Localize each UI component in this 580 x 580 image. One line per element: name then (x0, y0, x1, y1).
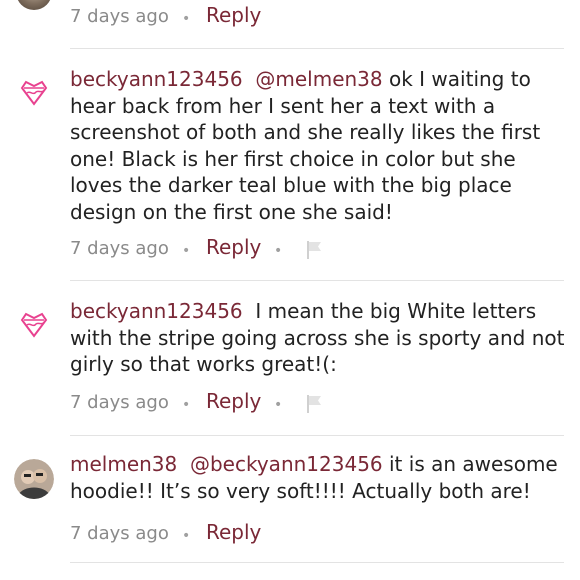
comment-time: 7 days ago (70, 238, 169, 259)
meta-separator: • (182, 397, 191, 413)
comment-time: 7 days ago (70, 523, 169, 544)
comment-thread: 7 days ago • Reply beckyann123456 @melme… (0, 0, 580, 580)
flag-icon[interactable] (306, 240, 324, 265)
avatar[interactable] (14, 459, 54, 499)
meta-separator: • (182, 243, 191, 259)
comment-divider (70, 435, 564, 436)
avatar[interactable] (14, 306, 54, 346)
meta-separator: • (274, 243, 283, 259)
comment-body: melmen38 @beckyann123456 it is an awesom… (70, 451, 566, 504)
comment-divider (70, 48, 564, 49)
comment-item: 7 days ago • Reply (0, 0, 580, 50)
comment-time: 7 days ago (70, 6, 169, 27)
comment-divider (70, 562, 564, 563)
meta-separator: • (182, 528, 191, 544)
comment-username[interactable]: beckyann123456 (70, 67, 243, 91)
reply-button[interactable]: Reply (206, 235, 261, 259)
meta-separator: • (182, 11, 191, 27)
reply-button[interactable]: Reply (206, 389, 261, 413)
flag-icon[interactable] (306, 394, 324, 419)
comment-body: beckyann123456 @melmen38 ok I waiting to… (70, 66, 566, 225)
photo-avatar-icon (14, 459, 54, 499)
princess-crown-avatar-icon (20, 80, 48, 106)
reply-button[interactable]: Reply (206, 3, 261, 27)
avatar[interactable] (14, 74, 54, 114)
comment-body: beckyann123456 I mean the big White lett… (70, 298, 566, 378)
comment-username[interactable]: melmen38 (70, 452, 177, 476)
avatar[interactable] (16, 0, 52, 10)
princess-crown-avatar-icon (20, 312, 48, 338)
reply-button[interactable]: Reply (206, 520, 261, 544)
comment-mention[interactable]: @beckyann123456 (190, 452, 383, 476)
comment-time: 7 days ago (70, 392, 169, 413)
comment-mention[interactable]: @melmen38 (255, 67, 382, 91)
comment-username[interactable]: beckyann123456 (70, 299, 243, 323)
meta-separator: • (274, 397, 283, 413)
comment-divider (70, 280, 564, 281)
